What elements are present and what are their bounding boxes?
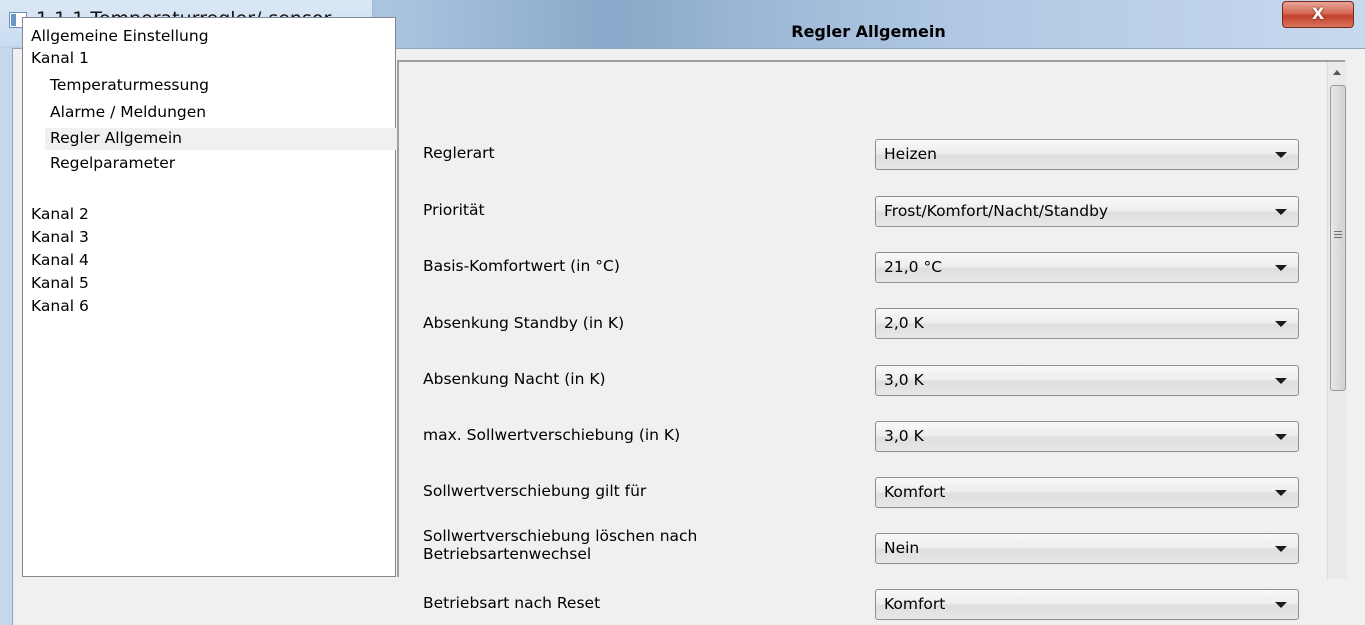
combo-sollwertverschiebung-gilt-fuer[interactable]: Komfort — [875, 477, 1299, 508]
param-label-reglerart: Reglerart — [423, 144, 495, 162]
chevron-down-icon — [1275, 490, 1287, 496]
application-window: 1.1.1 Temperaturregler/-sensor X Allgeme… — [0, 0, 1365, 625]
grip-line — [1334, 234, 1342, 235]
combo-value: Komfort — [884, 595, 946, 613]
scroll-up-arrow-icon[interactable] — [1333, 70, 1341, 75]
tree-item-kanal-4[interactable]: Kanal 4 — [31, 250, 89, 272]
tree-item-regler-allgemein[interactable]: Regler Allgemein — [45, 128, 400, 150]
combo-absenkung-nacht[interactable]: 3,0 K — [875, 365, 1299, 396]
panel-title: Regler Allgemein — [791, 22, 946, 41]
combo-max-sollwertverschiebung[interactable]: 3,0 K — [875, 421, 1299, 452]
tree-item-kanal-6[interactable]: Kanal 6 — [31, 296, 89, 318]
param-label-basis-komfortwert: Basis-Komfortwert (in °C) — [423, 257, 620, 275]
combo-value: 3,0 K — [884, 371, 924, 389]
chevron-down-icon — [1275, 434, 1287, 440]
vertical-scrollbar[interactable] — [1327, 62, 1347, 579]
grip-line — [1334, 231, 1342, 232]
combo-prioritaet[interactable]: Frost/Komfort/Nacht/Standby — [875, 196, 1299, 227]
tree-item-alarme-meldungen[interactable]: Alarme / Meldungen — [50, 102, 206, 124]
combo-basis-komfortwert[interactable]: 21,0 °C — [875, 252, 1299, 283]
chevron-down-icon — [1275, 209, 1287, 215]
combo-value: Komfort — [884, 483, 946, 501]
tree-item-temperaturmessung[interactable]: Temperaturmessung — [50, 75, 209, 97]
chevron-down-icon — [1275, 378, 1287, 384]
navigation-tree: Allgemeine Einstellung Kanal 1 Temperatu… — [22, 17, 400, 577]
param-label-betriebsart-nach-reset: Betriebsart nach Reset — [423, 594, 601, 612]
tree-item-regelparameter[interactable]: Regelparameter — [50, 153, 175, 175]
chevron-down-icon — [1275, 602, 1287, 608]
chevron-down-icon — [1275, 321, 1287, 327]
parameter-panel: Reglerart Heizen Priorität Frost/Komfort… — [397, 60, 1347, 620]
combo-sollwertverschiebung-loeschen[interactable]: Nein — [875, 533, 1299, 564]
tree-item-kanal-1[interactable]: Kanal 1 — [31, 48, 89, 70]
param-label-sollwertverschiebung-loeschen-line2: Betriebsartenwechsel — [423, 545, 592, 563]
grip-line — [1334, 237, 1342, 238]
combo-reglerart[interactable]: Heizen — [875, 139, 1299, 170]
chevron-down-icon — [1275, 265, 1287, 271]
combo-value: 21,0 °C — [884, 258, 943, 276]
tree-item-allgemeine-einstellung[interactable]: Allgemeine Einstellung — [31, 26, 209, 48]
combo-value: Nein — [884, 539, 920, 557]
chevron-down-icon — [1275, 546, 1287, 552]
combo-value: Heizen — [884, 145, 937, 163]
chevron-down-icon — [1275, 152, 1287, 158]
combo-value: 3,0 K — [884, 427, 924, 445]
scrollbar-thumb[interactable] — [1330, 85, 1346, 391]
tree-item-kanal-2[interactable]: Kanal 2 — [31, 204, 89, 226]
tree-item-kanal-3[interactable]: Kanal 3 — [31, 227, 89, 249]
param-label-absenkung-standby: Absenkung Standby (in K) — [423, 314, 625, 332]
tree-item-kanal-5[interactable]: Kanal 5 — [31, 273, 89, 295]
param-label-prioritaet: Priorität — [423, 201, 485, 219]
combo-value: Frost/Komfort/Nacht/Standby — [884, 202, 1109, 220]
combo-betriebsart-nach-reset[interactable]: Komfort — [875, 589, 1299, 620]
param-label-max-sollwertverschiebung: max. Sollwertverschiebung (in K) — [423, 426, 681, 444]
param-label-sollwertverschiebung-loeschen: Sollwertverschiebung löschen nach — [423, 527, 698, 545]
combo-value: 2,0 K — [884, 314, 924, 332]
param-label-sollwertverschiebung-gilt-fuer: Sollwertverschiebung gilt für — [423, 482, 647, 500]
combo-absenkung-standby[interactable]: 2,0 K — [875, 308, 1299, 339]
param-label-absenkung-nacht: Absenkung Nacht (in K) — [423, 370, 606, 388]
